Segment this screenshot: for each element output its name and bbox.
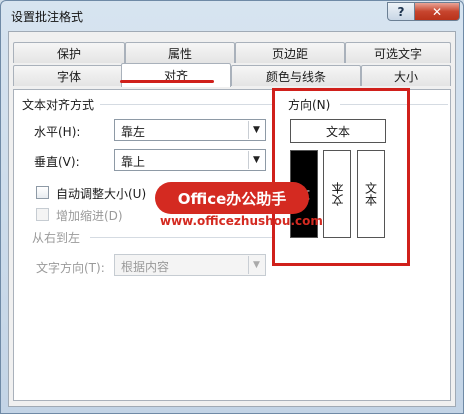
tab-label: 颜色与线条 (265, 69, 326, 84)
tab-label: 保护 (56, 46, 81, 61)
add-indent-checkbox[interactable] (36, 208, 49, 221)
text-direction-value: 根据内容 (121, 260, 170, 274)
tab-label: 大小 (393, 69, 418, 84)
alignment-tab-underline (120, 80, 214, 83)
close-button[interactable]: ✕ (414, 2, 460, 21)
auto-size-checkbox[interactable] (36, 186, 49, 199)
vertical-label: 垂直(V): (34, 155, 80, 169)
tab-label: 字体 (56, 69, 81, 84)
chevron-down-icon[interactable]: ▼ (248, 256, 264, 274)
tab-label: 页边距 (271, 46, 308, 61)
horizontal-label: 水平(H): (34, 125, 81, 139)
tab-size[interactable]: 大小 (361, 65, 451, 86)
chevron-down-icon[interactable]: ▼ (248, 121, 264, 139)
chevron-down-icon[interactable]: ▼ (248, 151, 264, 169)
dialog-title: 设置批注格式 (11, 10, 84, 24)
auto-size-label[interactable]: 自动调整大小(U) (56, 185, 146, 202)
vertical-value: 靠上 (121, 155, 146, 169)
tab-label: 属性 (167, 46, 192, 61)
watermark-badge: Office办公助手 (155, 182, 309, 214)
text-direction-select[interactable]: 根据内容 ▼ (114, 254, 266, 276)
tab-protection[interactable]: 保护 (13, 42, 125, 63)
title-bar[interactable]: 设置批注格式 ? ✕ (1, 1, 463, 31)
tab-label: 可选文字 (373, 46, 422, 61)
help-button[interactable]: ? (387, 2, 415, 21)
tab-font[interactable]: 字体 (13, 65, 125, 86)
tab-alignment[interactable]: 对齐 (121, 63, 231, 87)
help-icon: ? (397, 4, 405, 19)
tab-margins[interactable]: 页边距 (235, 42, 345, 63)
add-indent-label[interactable]: 增加缩进(D) (56, 207, 123, 224)
tab-colors-lines[interactable]: 颜色与线条 (231, 65, 361, 86)
vertical-select[interactable]: 靠上 ▼ (114, 149, 266, 171)
text-alignment-group-title: 文本对齐方式 (20, 96, 97, 113)
tab-properties[interactable]: 属性 (125, 42, 235, 63)
group-divider (90, 237, 272, 238)
text-direction-label: 文字方向(T): (36, 261, 105, 275)
tab-alt-text[interactable]: 可选文字 (345, 42, 451, 63)
close-icon: ✕ (431, 4, 443, 19)
orientation-highlight-box (272, 88, 410, 266)
horizontal-select[interactable]: 靠左 ▼ (114, 119, 266, 141)
group-divider (100, 104, 272, 105)
rtl-group-title: 从右到左 (30, 229, 83, 246)
watermark-url: www.officezhushou.com (160, 214, 323, 228)
horizontal-value: 靠左 (121, 125, 146, 139)
